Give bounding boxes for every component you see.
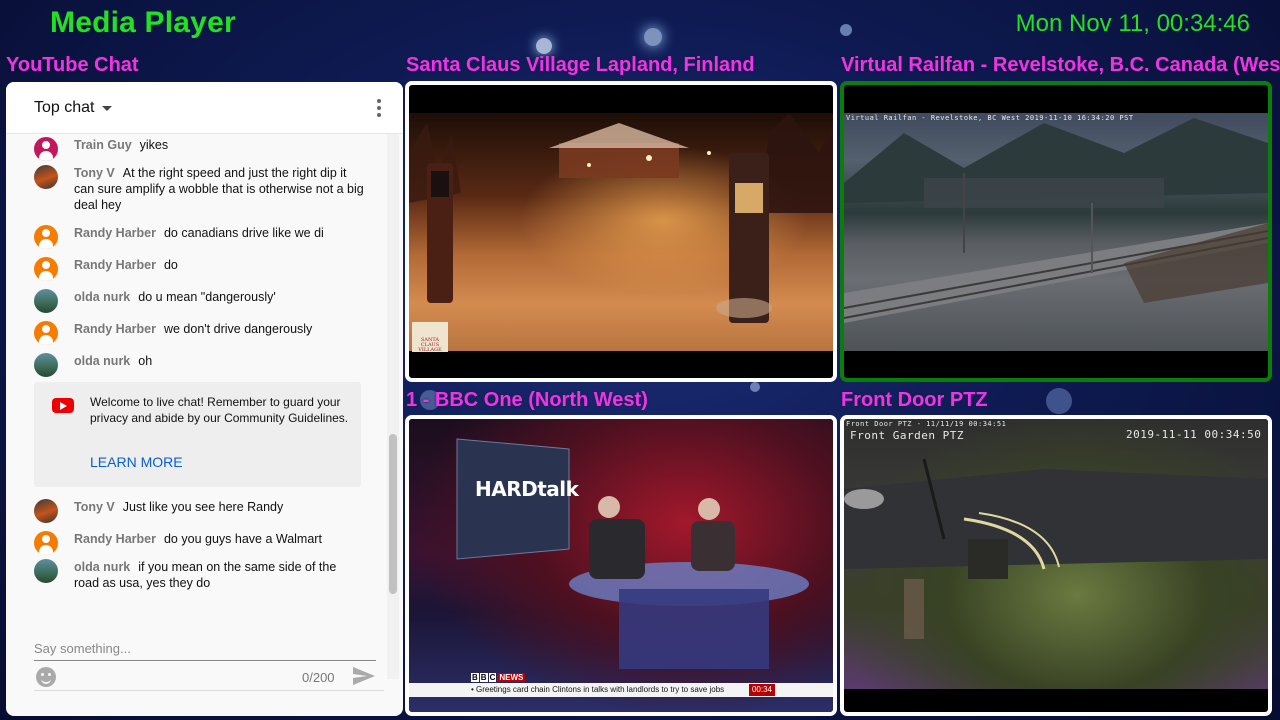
- video-frame: SANTA CLAUS VILLAGE: [409, 113, 833, 353]
- video-tile-front-door[interactable]: Front Door PTZ - 11/11/19 00:34:51 Front…: [840, 415, 1272, 716]
- message-text: do u mean "dangerously': [138, 290, 276, 304]
- santa-village-scene: [409, 113, 833, 323]
- avatar: [34, 559, 58, 583]
- bbc-letter: C: [488, 673, 497, 682]
- message-author: olda nurk: [74, 560, 131, 574]
- news-ticker: • Greetings card chain Clintons in talks…: [409, 683, 833, 697]
- emoji-icon[interactable]: [36, 667, 56, 687]
- bbc-letter: B: [471, 673, 479, 682]
- chat-scrollbar[interactable]: [387, 134, 399, 679]
- chat-panel-label: YouTube Chat: [6, 54, 139, 76]
- ptz-camera-title: Front Door PTZ - 11/11/19 00:34:51: [846, 420, 1007, 428]
- railfan-scene: [844, 118, 1268, 323]
- chat-message: olda nurk if you mean on the same side of…: [34, 559, 364, 591]
- chat-message: Randy Harber do: [34, 257, 364, 281]
- chat-message: Randy Harber we don't drive dangerously: [34, 321, 364, 345]
- chevron-down-icon: [102, 106, 113, 111]
- character-counter: 0/200: [302, 670, 335, 685]
- railfan-timestamp-overlay: Virtual Railfan - Revelstoke, BC West 20…: [846, 114, 1134, 122]
- youtube-icon: [52, 398, 74, 413]
- video-tile-santa[interactable]: SANTA CLAUS VILLAGE: [405, 81, 837, 382]
- learn-more-link[interactable]: LEARN MORE: [90, 454, 183, 470]
- video-tile-bbc[interactable]: HARDtalk B B C NEWS • Greetings card cha…: [405, 415, 837, 716]
- message-text: Just like you see here Randy: [122, 500, 284, 514]
- santa-claus-village-logo: SANTA CLAUS VILLAGE: [412, 322, 448, 353]
- video-frame: Front Door PTZ - 11/11/19 00:34:51 Front…: [844, 419, 1268, 689]
- bokeh-light: [536, 38, 552, 54]
- stream-label-railfan: Virtual Railfan - Revelstoke, B.C. Canad…: [841, 54, 1280, 76]
- ticker-time: 00:34: [749, 684, 775, 696]
- avatar: [34, 321, 58, 345]
- chat-composer: Say something... 0/200: [6, 641, 403, 716]
- message-author: Randy Harber: [74, 532, 156, 546]
- chat-message: Tony V Just like you see here Randy: [34, 499, 364, 523]
- chat-message: Randy Harber do canadians drive like we d…: [34, 225, 364, 249]
- chat-header: Top chat: [6, 82, 403, 134]
- hardtalk-studio-scene: [456, 438, 809, 669]
- message-author: Tony V: [74, 166, 115, 180]
- scrollbar-thumb[interactable]: [389, 434, 397, 594]
- message-author: Train Guy: [74, 138, 132, 152]
- message-text: we don't drive dangerously: [163, 322, 313, 336]
- chat-message: Train Guy yikes: [34, 137, 364, 161]
- video-frame: HARDtalk B B C NEWS • Greetings card cha…: [409, 419, 833, 712]
- send-icon[interactable]: [352, 666, 376, 691]
- divider: [34, 690, 384, 691]
- message-author: olda nurk: [74, 290, 131, 304]
- message-author: olda nurk: [74, 354, 131, 368]
- ticker-text: • Greetings card chain Clintons in talks…: [471, 685, 725, 694]
- video-frame: Virtual Railfan - Revelstoke, BC West 20…: [844, 113, 1268, 351]
- stream-label-bbc: 1 - BBC One (North West): [406, 389, 648, 411]
- video-tile-railfan[interactable]: Virtual Railfan - Revelstoke, BC West 20…: [840, 81, 1272, 382]
- avatar: [34, 531, 58, 555]
- message-text: yikes: [139, 138, 169, 152]
- more-options-icon[interactable]: [373, 95, 385, 121]
- message-author: Randy Harber: [74, 322, 156, 336]
- hardtalk-logo: HARDtalk: [475, 477, 579, 501]
- stream-label-santa: Santa Claus Village Lapland, Finland: [406, 54, 755, 76]
- bokeh-light: [840, 24, 852, 36]
- avatar: [34, 165, 58, 189]
- chat-mode-label: Top chat: [34, 98, 95, 116]
- chat-message: Randy Harber do you guys have a Walmart: [34, 531, 364, 555]
- avatar: [34, 225, 58, 249]
- avatar: [34, 257, 58, 281]
- message-text: At the right speed and just the right di…: [74, 166, 364, 212]
- welcome-text: Welcome to live chat! Remember to guard …: [90, 395, 349, 425]
- message-text: oh: [138, 354, 153, 368]
- ptz-camera-name: Front Garden PTZ: [850, 429, 964, 442]
- welcome-banner: Welcome to live chat! Remember to guard …: [34, 382, 361, 487]
- message-text: do you guys have a Walmart: [163, 532, 322, 546]
- message-text: do canadians drive like we di: [163, 226, 324, 240]
- chat-message-input[interactable]: Say something...: [34, 637, 376, 661]
- chat-message: Tony V At the right speed and just the ri…: [34, 165, 364, 213]
- front-garden-scene: [844, 458, 1268, 639]
- avatar: [34, 137, 58, 161]
- bbc-news-badge: B B C NEWS: [471, 673, 526, 682]
- app-title: Media Player: [50, 6, 236, 39]
- bbc-letter: B: [479, 673, 488, 682]
- chat-message: olda nurk do u mean "dangerously': [34, 289, 364, 313]
- message-author: Randy Harber: [74, 258, 156, 272]
- news-tag: NEWS: [497, 673, 526, 682]
- message-text: do: [163, 258, 178, 272]
- youtube-chat-panel: Top chat Train Guy yikes Tony V At the rig…: [6, 82, 403, 716]
- bokeh-light: [750, 382, 760, 392]
- message-author: Randy Harber: [74, 226, 156, 240]
- avatar: [34, 499, 58, 523]
- bokeh-light: [1046, 388, 1072, 414]
- message-author: Tony V: [74, 500, 115, 514]
- bokeh-light: [644, 28, 662, 46]
- avatar: [34, 289, 58, 313]
- stream-label-front-door: Front Door PTZ: [841, 389, 988, 411]
- chat-message: olda nurk oh: [34, 353, 364, 377]
- chat-message-list: Train Guy yikes Tony V At the right speed …: [6, 134, 386, 679]
- ptz-camera-timestamp: 2019-11-11 00:34:50: [1126, 428, 1262, 441]
- clock: Mon Nov 11, 00:34:46: [1015, 10, 1250, 37]
- avatar: [34, 353, 58, 377]
- chat-mode-dropdown[interactable]: Top chat: [34, 98, 113, 117]
